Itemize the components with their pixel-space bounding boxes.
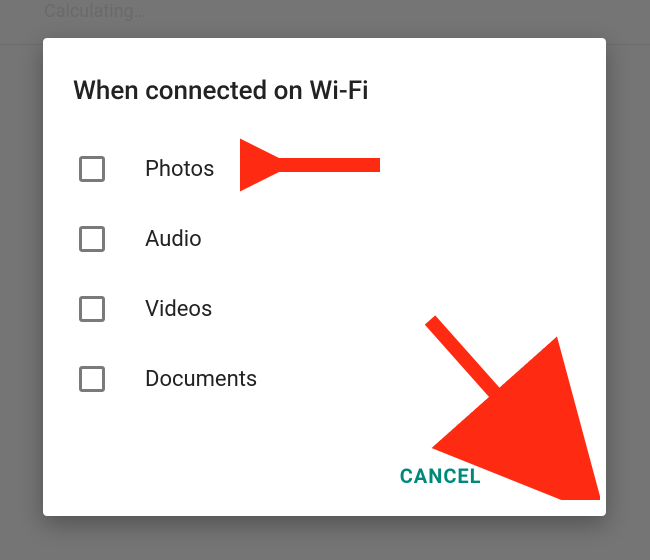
option-documents[interactable]: Documents	[73, 344, 576, 414]
option-photos[interactable]: Photos	[73, 134, 576, 204]
checkbox-icon[interactable]	[79, 226, 105, 252]
option-label: Photos	[145, 157, 214, 182]
ok-button[interactable]: OK	[535, 456, 576, 496]
option-videos[interactable]: Videos	[73, 274, 576, 344]
dialog-title: When connected on Wi-Fi	[73, 76, 576, 106]
option-label: Videos	[145, 297, 212, 322]
cancel-button[interactable]: CANCEL	[394, 456, 488, 496]
checkbox-icon[interactable]	[79, 296, 105, 322]
autodownload-dialog: When connected on Wi-Fi Photos Audio Vid…	[43, 38, 606, 516]
checkbox-icon[interactable]	[79, 366, 105, 392]
options-list: Photos Audio Videos Documents	[73, 134, 576, 414]
checkbox-icon[interactable]	[79, 156, 105, 182]
option-label: Audio	[145, 227, 202, 252]
option-label: Documents	[145, 367, 257, 392]
dialog-actions: CANCEL OK	[394, 456, 576, 496]
background-status-text: Calculating…	[44, 1, 146, 22]
option-audio[interactable]: Audio	[73, 204, 576, 274]
